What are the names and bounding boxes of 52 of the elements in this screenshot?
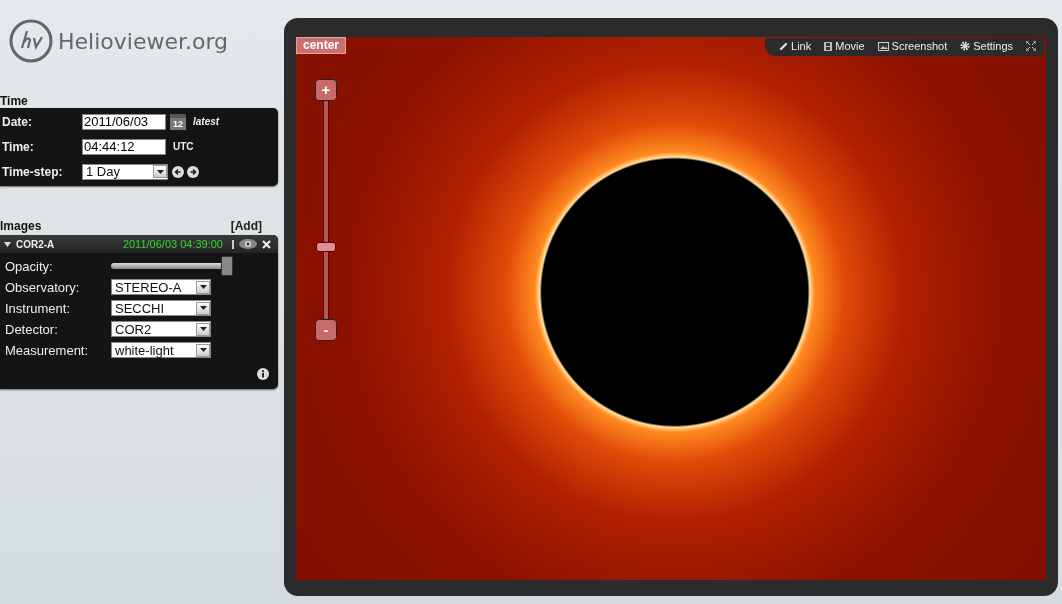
eye-icon[interactable] <box>239 239 257 249</box>
zoom-slider[interactable] <box>316 101 336 319</box>
dropdown-select[interactable]: white-light <box>111 342 211 358</box>
toolbar-button[interactable]: Movie <box>824 40 865 52</box>
film-icon <box>824 41 833 51</box>
field-label: Measurement: <box>5 342 90 358</box>
toolbar-button[interactable]: Screenshot <box>877 40 948 52</box>
timezone-label: UTC <box>173 141 194 152</box>
latest-link[interactable]: latest <box>193 116 220 127</box>
caret-icon <box>199 285 207 289</box>
toolbar-button[interactable]: Link <box>779 40 812 52</box>
link-icon <box>779 41 789 51</box>
slider-handle[interactable] <box>221 256 233 276</box>
forward-arrow-icon[interactable] <box>187 165 199 178</box>
dropdown-select[interactable]: COR2 <box>111 321 211 337</box>
fullscreen-icon[interactable] <box>1026 41 1036 51</box>
time-step-select[interactable]: 1 Day <box>82 163 168 180</box>
field-label: Date: <box>2 114 33 129</box>
field-label: Detector: <box>5 321 59 337</box>
time-input[interactable]: 04:44:12 <box>82 138 166 155</box>
field-label: Opacity: <box>5 258 54 274</box>
dropdown-select[interactable]: STEREO-A <box>111 279 211 295</box>
calendar-button[interactable]: 12 <box>170 113 186 130</box>
section-heading: Images <box>0 219 42 233</box>
caret-icon <box>199 348 207 352</box>
dropdown-select[interactable]: SECCHI <box>111 300 211 316</box>
zoom-out-button[interactable]: - <box>315 319 337 341</box>
date-input[interactable]: 2011/06/03 <box>82 113 166 130</box>
picture-icon <box>877 41 889 51</box>
layer-timestamp: 2011/06/03 04:39:00 <box>122 238 223 250</box>
field-label: Time: <box>2 139 35 154</box>
layer-header[interactable]: COR2-A 2011/06/03 04:39:00 <box>0 235 278 253</box>
field-label: Observatory: <box>5 279 81 295</box>
zoom-in-button[interactable]: + <box>315 79 337 101</box>
field-label: Time-step: <box>2 164 64 179</box>
site-logo-text[interactable]: Helioviewer.org <box>58 28 229 54</box>
add-layer-link[interactable]: [Add] <box>230 219 262 233</box>
toolbar-button[interactable]: Settings <box>960 40 1013 52</box>
back-arrow-icon[interactable] <box>172 165 184 178</box>
down-triangle-icon[interactable] <box>4 240 11 248</box>
caret-icon <box>156 169 164 174</box>
section-heading: Time <box>0 94 29 108</box>
logo-icon <box>8 18 54 64</box>
close-icon[interactable] <box>262 239 271 249</box>
layer-name: COR2-A <box>16 238 55 250</box>
gear-icon <box>960 41 971 51</box>
caret-icon <box>199 327 207 331</box>
opacity-slider[interactable] <box>111 256 233 276</box>
info-icon[interactable] <box>257 368 269 380</box>
caret-icon <box>199 306 207 310</box>
slider-handle[interactable] <box>316 242 336 253</box>
field-label: Instrument: <box>5 300 72 316</box>
